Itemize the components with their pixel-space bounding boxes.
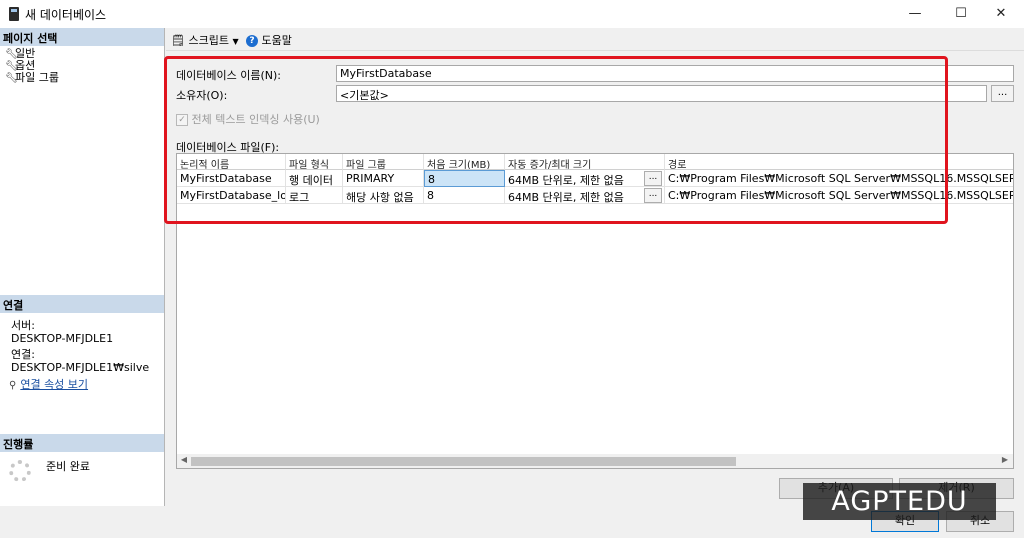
server-info: 서버: DESKTOP-MFJDLE1	[11, 319, 113, 345]
toolbar: 🗒︎ 스크립트 ▼ ? 도움말	[166, 28, 1024, 50]
owner-browse-button[interactable]: ...	[991, 85, 1014, 102]
view-connection-properties-link[interactable]: 연결 속성 보기	[20, 378, 88, 391]
script-label: 스크립트	[188, 34, 229, 47]
connection-label: 연결:	[11, 348, 35, 361]
watermark: AGPTEDU	[803, 483, 996, 520]
connection-value: DESKTOP-MFJDLE1₩silve	[11, 361, 150, 374]
server-value: DESKTOP-MFJDLE1	[11, 332, 114, 345]
highlight-annotation-box	[164, 56, 948, 224]
database-app-icon	[9, 7, 19, 21]
help-icon: ?	[246, 35, 258, 47]
progress-header: 진행률	[0, 434, 164, 452]
connection-properties-icon: ⚲	[9, 380, 17, 391]
help-button[interactable]: ? 도움말	[246, 32, 292, 48]
scroll-right-icon[interactable]: ▶	[999, 455, 1011, 464]
script-icon: 🗒︎	[171, 34, 185, 47]
close-button[interactable]: ✕	[978, 0, 1024, 28]
connection-info: 연결: DESKTOP-MFJDLE1₩silve	[11, 348, 149, 374]
scroll-left-icon[interactable]: ◀	[178, 455, 190, 464]
help-label: 도움말	[261, 34, 292, 47]
server-label: 서버:	[11, 319, 35, 332]
page-item-label: 파일 그룹	[15, 71, 59, 84]
left-pane: 페이지 선택 🔧︎일반 🔧︎옵션 🔧︎파일 그룹 연결 서버: DESKTOP-…	[0, 28, 165, 506]
chevron-down-icon: ▼	[232, 37, 239, 46]
wrench-icon: 🔧︎	[5, 73, 18, 84]
horizontal-scrollbar[interactable]: ◀ ▶	[177, 454, 1013, 468]
progress-spinner-icon	[9, 460, 31, 482]
minimize-button[interactable]: —	[892, 0, 938, 28]
scrollbar-thumb[interactable]	[191, 457, 736, 466]
view-connection-properties[interactable]: ⚲ 연결 속성 보기	[9, 376, 88, 392]
window-title: 새 데이터베이스	[25, 8, 107, 22]
connection-header: 연결	[0, 295, 164, 313]
progress-status: 준비 완료	[46, 460, 90, 473]
title-bar: 새 데이터베이스 — ☐ ✕	[0, 0, 1024, 28]
page-item-filegroups[interactable]: 🔧︎파일 그룹	[5, 69, 59, 85]
script-button[interactable]: 🗒︎ 스크립트 ▼	[171, 32, 239, 48]
page-select-header: 페이지 선택	[0, 28, 164, 46]
toolbar-divider	[166, 50, 1024, 51]
